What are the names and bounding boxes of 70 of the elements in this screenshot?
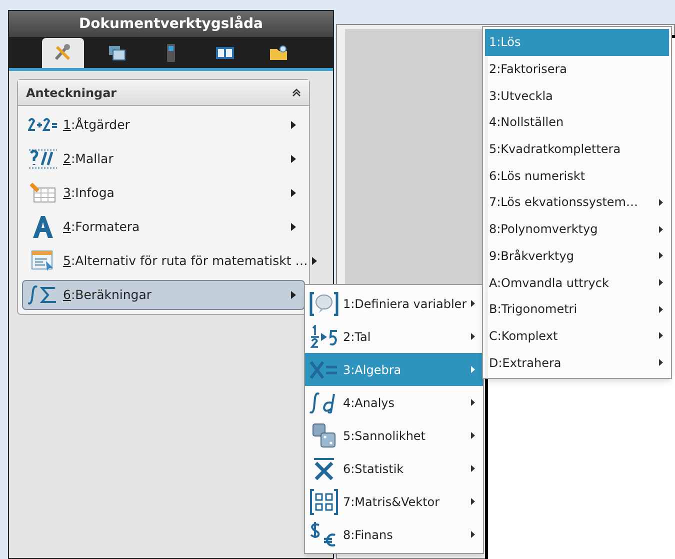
submenu-arrow-icon bbox=[291, 223, 296, 231]
submenu-item[interactable]: 8:Finans bbox=[305, 518, 483, 551]
submenu-arrow-icon bbox=[471, 399, 475, 406]
matrix-icon bbox=[309, 488, 339, 514]
integral-sum-icon bbox=[28, 285, 58, 305]
menu-item[interactable]: 2:Mallar bbox=[22, 144, 305, 174]
menu-item[interactable]: 3:Infoga bbox=[22, 178, 305, 208]
submenu-arrow-icon bbox=[471, 333, 475, 340]
submenu-item[interactable]: 8:Polynomverktyg bbox=[485, 216, 669, 242]
window-title: Dokumentverktygslåda bbox=[9, 11, 333, 37]
submenu-arrow-icon bbox=[291, 189, 296, 197]
submenu-item[interactable]: B:Trigonometri bbox=[485, 296, 669, 323]
menu-item[interactable]: 6:Beräkningar bbox=[22, 280, 305, 310]
menu-item-label: 6:Beräkningar bbox=[63, 286, 153, 304]
x-equals-icon bbox=[309, 360, 339, 380]
submenu-arrow-icon bbox=[659, 198, 663, 206]
submenu-item[interactable]: 5:Sannolikhet bbox=[305, 419, 483, 452]
submenu-item[interactable]: 3:Utveckla bbox=[485, 82, 669, 110]
book-icon bbox=[215, 44, 235, 62]
submenu-arrow-icon bbox=[659, 359, 663, 366]
menu-item-label: 4:Formatera bbox=[63, 218, 141, 236]
submenu-item[interactable]: 7:Matris&Vektor bbox=[305, 485, 483, 518]
submenu-item[interactable]: 1:Definiera variabler bbox=[305, 287, 483, 320]
submenu-item[interactable]: C:Komplext bbox=[485, 322, 669, 350]
submenu-item[interactable]: 4:Nollställen bbox=[485, 109, 669, 136]
submenu-arrow-icon bbox=[471, 366, 475, 373]
submenu-item[interactable]: 2:Tal bbox=[305, 320, 483, 353]
submenu-arrow-icon bbox=[471, 531, 475, 538]
panel-title: Anteckningar bbox=[26, 84, 117, 102]
submenu-arrow-icon bbox=[471, 498, 475, 505]
submenu-arrow-icon bbox=[312, 257, 317, 265]
submenu-item[interactable]: 6:Statistik bbox=[305, 452, 483, 485]
submenu-arrow-icon bbox=[471, 300, 475, 307]
submenu-item[interactable]: 2:Faktorisera bbox=[485, 56, 669, 82]
format-letter-icon bbox=[31, 215, 55, 239]
insert-table-icon bbox=[30, 183, 56, 203]
submenu-arrow-icon bbox=[659, 306, 663, 313]
speech-bubble-icon bbox=[309, 292, 339, 316]
submenu-item[interactable]: D:Extrahera bbox=[485, 349, 669, 376]
submenu-arrow-icon bbox=[291, 155, 296, 163]
tools-icon bbox=[53, 44, 73, 62]
submenu-arrow-icon bbox=[471, 465, 475, 472]
submenu-item[interactable]: 9:Bråkverktyg bbox=[485, 242, 669, 270]
pages-icon bbox=[107, 44, 127, 62]
handheld-icon bbox=[167, 44, 175, 62]
menu-item[interactable]: 5:Alternativ för ruta för matematiskt … bbox=[22, 246, 305, 276]
math-box-icon bbox=[31, 250, 55, 272]
template-icon bbox=[28, 149, 58, 169]
fraction-decimal-icon bbox=[309, 324, 339, 348]
submenu-arrow-icon bbox=[291, 121, 296, 129]
submenu-arrow-icon bbox=[659, 279, 663, 286]
sum-equation-icon bbox=[28, 117, 58, 133]
submenu-arrow-icon bbox=[291, 291, 296, 299]
submenu-arrow-icon bbox=[659, 252, 663, 260]
menu-item[interactable]: 1:Åtgärder bbox=[22, 110, 305, 140]
submenu-item[interactable]: 6:Lös numeriskt bbox=[485, 162, 669, 190]
folder-icon bbox=[269, 44, 289, 62]
menu-item-label: 3:Infoga bbox=[63, 184, 116, 202]
submenu-arrow-icon bbox=[471, 432, 475, 439]
submenu-arrow-icon bbox=[659, 332, 663, 340]
submenu-item[interactable]: A:Omvandla uttryck bbox=[485, 269, 669, 296]
menu-item[interactable]: 4:Formatera bbox=[22, 212, 305, 242]
submenu-item[interactable]: 4:Analys bbox=[305, 386, 483, 419]
collapse-icon[interactable] bbox=[292, 88, 301, 97]
submenu-item[interactable]: 7:Lös ekvationssystem… bbox=[485, 189, 669, 216]
menu-item-label: 5:Alternativ för ruta för matematiskt … bbox=[63, 252, 308, 270]
submenu-arrow-icon bbox=[659, 226, 663, 233]
menu-item-label: 1:Åtgärder bbox=[63, 116, 131, 134]
submenu-item[interactable]: 5:Kvadratkomplettera bbox=[485, 136, 669, 162]
menu-item-label: 2:Mallar bbox=[63, 150, 114, 168]
